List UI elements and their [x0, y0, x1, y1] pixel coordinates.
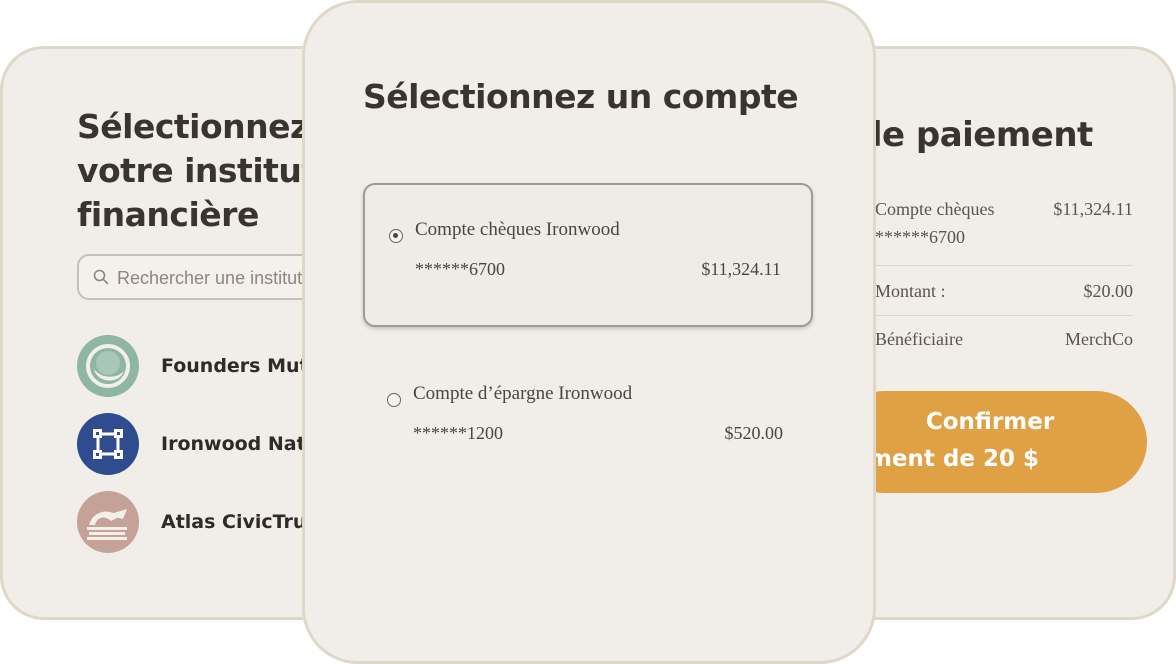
account-number: ******1200 [413, 423, 503, 443]
confirm-payment-button[interactable]: Confirmer le paiement de 20 $ [793, 391, 1147, 493]
ironwood-logo-icon [77, 413, 139, 475]
account-select-title: Sélectionnez un compte [363, 77, 799, 116]
summary-account-label: Compte chèques [875, 199, 995, 219]
radio-unselected-icon[interactable] [387, 393, 401, 407]
search-icon [93, 269, 109, 285]
summary-payee-value: MerchCo [1065, 329, 1133, 349]
account-balance: $11,324.11 [701, 259, 781, 279]
account-option-savings[interactable]: Compte d’épargne Ironwood ******1200 $52… [363, 349, 813, 493]
summary-amount-value: $20.00 [1083, 281, 1134, 301]
summary-amount-label: Montant : [875, 281, 946, 301]
confirm-button-line1: Confirmer [925, 409, 1055, 435]
atlas-logo-icon [77, 491, 139, 553]
account-option-checking[interactable]: Compte chèques Ironwood ******6700 $11,3… [363, 183, 813, 327]
account-name: Compte chèques Ironwood [415, 219, 620, 240]
summary-account-balance: $11,324.11 [1053, 199, 1133, 219]
radio-selected-icon[interactable] [389, 229, 403, 243]
account-select-card: Sélectionnez un compte Compte chèques Ir… [302, 0, 876, 664]
search-placeholder: Rechercher une institution [117, 268, 327, 288]
summary-divider [853, 265, 1133, 266]
summary-divider [853, 315, 1133, 316]
founders-logo-icon [77, 335, 139, 397]
account-number: ******6700 [415, 259, 505, 279]
summary-payee-label: Bénéficiaire [875, 329, 963, 349]
account-balance: $520.00 [724, 423, 784, 443]
account-name: Compte d’épargne Ironwood [413, 383, 633, 404]
summary-account-number: ******6700 [875, 227, 965, 247]
